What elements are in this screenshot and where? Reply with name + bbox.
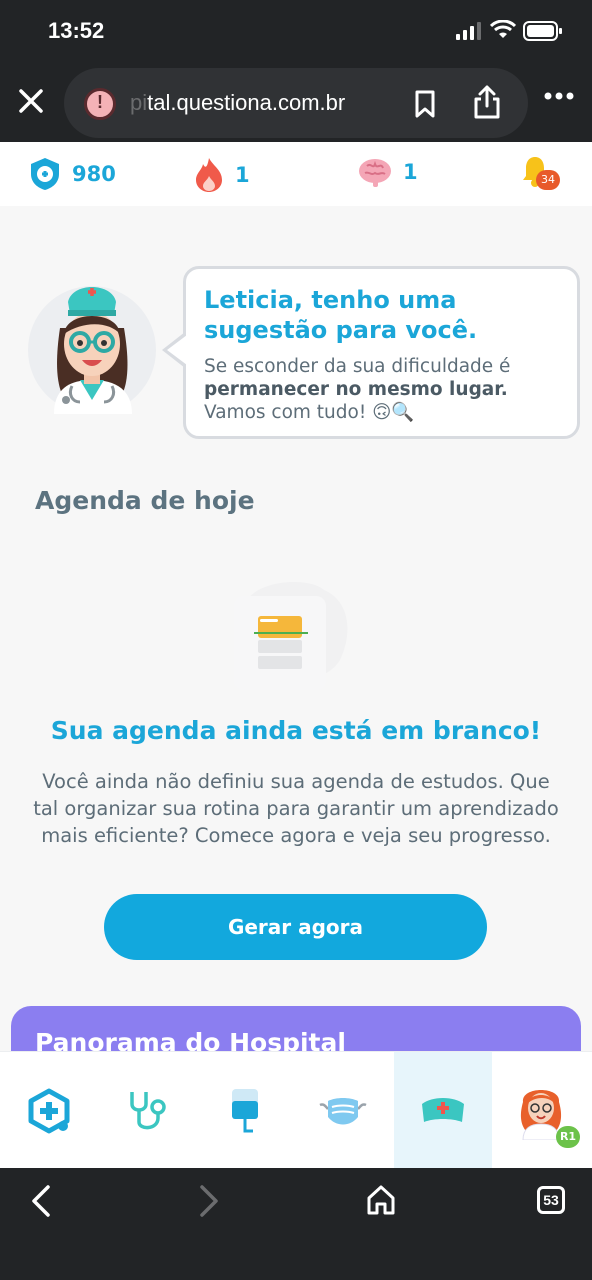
app-tab-bar [0,1051,592,1169]
stethoscope-icon [130,1091,166,1129]
generate-now-button[interactable]: Gerar agora [104,894,487,960]
forward-icon[interactable] [198,1184,220,1218]
tab-nurse-cap[interactable] [394,1052,492,1169]
browser-bar: ! pital.questiona.com.br [0,62,592,142]
streak-value: 1 [235,163,250,187]
tab-iv-bag[interactable] [196,1052,294,1169]
brain-stat[interactable]: 1 [357,156,418,188]
bookmark-icon[interactable] [414,90,436,118]
speech-bubble: Leticia, tenho uma sugestão para você. S… [183,266,580,439]
security-warning-icon[interactable]: ! [84,88,116,120]
tabs-count-button[interactable]: 53 [537,1186,565,1214]
agenda-heading: Agenda de hoje [35,486,255,515]
notification-badge: 34 [536,170,560,190]
empty-agenda-text: Você ainda não definiu sua agenda de est… [33,770,559,847]
nurse-avatar [28,286,156,414]
empty-agenda-illustration [234,582,348,690]
wifi-icon [490,20,516,38]
browser-toolbar: 53 [0,1168,592,1280]
stats-bar: 980 1 1 [0,142,592,206]
level-badge: R1 [556,1126,580,1148]
nurse-cap-icon [422,1097,464,1122]
home-icon[interactable] [366,1184,396,1216]
assistant-message: Se esconder da sua dificuldade é permane… [204,356,511,423]
streak-stat[interactable]: 1 [193,156,250,194]
iv-bag-icon [232,1088,258,1132]
points-stat[interactable]: 980 [28,156,116,192]
hospital-cross-icon [28,1088,70,1133]
back-icon[interactable] [30,1184,52,1218]
close-icon[interactable] [16,86,46,116]
brain-value: 1 [403,160,418,184]
cellular-signal-icon [456,22,481,40]
url-text[interactable]: pital.questiona.com.br [130,90,390,116]
url-bar[interactable]: ! pital.questiona.com.br [64,68,528,138]
status-time: 13:52 [48,18,105,43]
points-value: 980 [72,162,116,186]
battery-icon [523,21,562,41]
shield-badge-icon [31,158,59,190]
status-bar: 13:52 [0,0,592,62]
tab-mask[interactable] [294,1052,392,1169]
tab-hospital[interactable] [0,1052,98,1169]
mask-icon [319,1097,367,1124]
tab-profile[interactable] [492,1052,590,1169]
more-options-icon[interactable] [544,92,574,100]
speech-bubble-tail-fill [167,335,187,365]
flame-icon [196,158,222,192]
brain-icon [359,159,391,187]
tab-stethoscope[interactable] [98,1052,196,1169]
empty-agenda-title: Sua agenda ainda está em branco! [50,716,542,745]
assistant-title: Leticia, tenho uma sugestão para você. [204,286,478,344]
share-icon[interactable] [472,84,502,120]
